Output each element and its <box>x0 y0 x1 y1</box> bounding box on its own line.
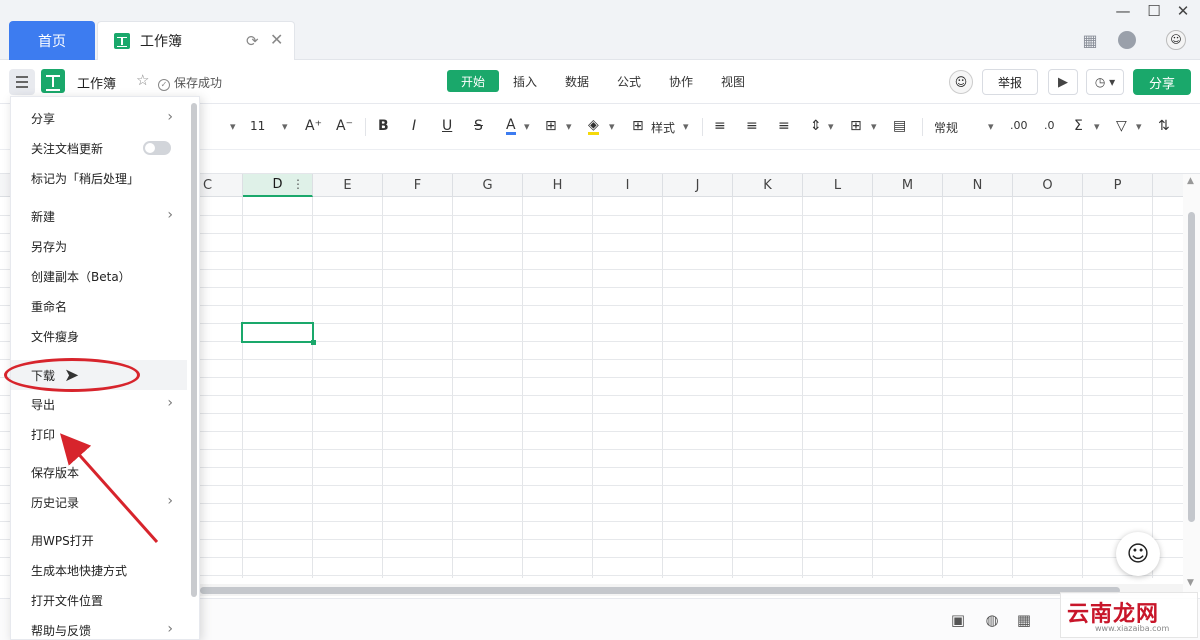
strikethrough-icon[interactable]: S <box>474 118 483 134</box>
assistant-avatar-icon[interactable]: ☺ <box>1116 532 1160 576</box>
column-header[interactable]: M <box>873 174 943 197</box>
style-label[interactable]: 样式 <box>651 119 675 136</box>
font-size-dropdown-arrow[interactable]: ▾ <box>282 120 288 133</box>
chevron-right-icon: › <box>167 621 173 637</box>
bold-icon[interactable]: B <box>378 118 389 134</box>
vertical-scroll-thumb[interactable] <box>1188 212 1195 522</box>
align-center-icon[interactable]: ≡ <box>746 118 758 134</box>
sum-icon[interactable]: Σ <box>1074 118 1083 134</box>
column-header[interactable]: I <box>593 174 663 197</box>
column-header[interactable]: J <box>663 174 733 197</box>
tab-data[interactable]: 数据 <box>551 70 603 92</box>
column-header[interactable]: F <box>383 174 453 197</box>
web-publish-icon[interactable]: ◍ <box>982 611 1002 629</box>
divider <box>702 118 703 136</box>
font-dropdown-arrow[interactable]: ▾ <box>230 120 236 133</box>
close-icon[interactable]: ✕ <box>270 30 283 49</box>
horizontal-scrollbar[interactable] <box>200 584 1183 596</box>
border-dropdown[interactable]: ▾ <box>566 120 572 133</box>
mouse-cursor-icon: ➤ <box>64 365 80 386</box>
close-window-icon[interactable]: ✕ <box>1172 2 1194 20</box>
column-header[interactable]: K <box>733 174 803 197</box>
feedback-icon[interactable] <box>1118 31 1136 49</box>
column-header[interactable]: N <box>943 174 1013 197</box>
tab-insert[interactable]: 插入 <box>499 70 551 92</box>
divider <box>922 118 923 136</box>
scroll-up-icon[interactable]: ▲ <box>1187 176 1194 186</box>
font-size-value[interactable]: 11 <box>250 119 265 133</box>
style-dropdown[interactable]: ▾ <box>683 120 689 133</box>
column-header-label: D <box>272 177 283 192</box>
column-header[interactable]: L <box>803 174 873 197</box>
number-format-dropdown[interactable]: ▾ <box>988 120 994 133</box>
tab-formula[interactable]: 公式 <box>603 70 655 92</box>
vertical-scrollbar[interactable]: ▲ ▼ <box>1183 174 1200 592</box>
wrap-text-icon[interactable]: ▤ <box>893 118 906 134</box>
annotation-arrow <box>60 433 159 543</box>
column-header[interactable]: H <box>523 174 593 197</box>
sum-dropdown[interactable]: ▾ <box>1094 120 1100 133</box>
merge-cells-icon[interactable]: ⊞ <box>850 118 862 134</box>
vertical-align-icon[interactable]: ⇕ <box>810 118 822 134</box>
column-header[interactable]: G <box>453 174 523 197</box>
merge-dropdown[interactable]: ▾ <box>871 120 877 133</box>
tab-start[interactable]: 开始 <box>447 70 499 92</box>
divider <box>365 118 366 136</box>
more-vertical-icon[interactable]: ⋮ <box>292 177 304 191</box>
menu-item-label: 打开文件位置 <box>31 593 104 608</box>
decrease-decimal-icon[interactable]: .0 <box>1044 119 1055 132</box>
share-button[interactable]: 分享 <box>1133 69 1191 95</box>
fill-color-icon[interactable]: ◈ <box>588 118 599 135</box>
border-icon[interactable]: ⊞ <box>545 118 557 134</box>
text-color-icon[interactable]: A <box>506 118 516 135</box>
table-style-icon[interactable]: ⊞ <box>632 118 644 134</box>
align-left-icon[interactable]: ≡ <box>714 118 726 134</box>
maximize-icon[interactable]: ☐ <box>1143 2 1165 20</box>
refresh-icon[interactable]: ⟳ <box>246 32 259 50</box>
apps-grid-icon[interactable]: ▦ <box>1080 31 1100 50</box>
report-button[interactable]: 举报 <box>982 69 1038 95</box>
menu-item-label: 生成本地快捷方式 <box>31 563 128 578</box>
vertical-align-dropdown[interactable]: ▾ <box>828 120 834 133</box>
filter-dropdown[interactable]: ▾ <box>1136 120 1142 133</box>
horizontal-scroll-thumb[interactable] <box>200 587 1120 594</box>
menu-item-label: 帮助与反馈 <box>31 623 92 638</box>
filter-icon[interactable]: ▽ <box>1116 118 1127 134</box>
watermark-url: www.xiazaiba.com <box>1095 624 1170 633</box>
italic-icon[interactable]: I <box>412 118 416 134</box>
decrease-font-icon[interactable]: A⁻ <box>336 118 353 134</box>
tab-collaborate[interactable]: 协作 <box>655 70 707 92</box>
column-header-selected[interactable]: D ⋮ <box>243 174 313 197</box>
scroll-down-icon[interactable]: ▼ <box>1187 578 1194 588</box>
protect-sheet-icon[interactable]: ▣ <box>948 611 968 629</box>
tab-view[interactable]: 视图 <box>707 70 759 92</box>
watermark: 云南龙网 www.xiazaiba.com <box>1060 592 1198 638</box>
ribbon-tabs: 开始 插入 数据 公式 协作 视图 <box>447 70 759 92</box>
underline-icon[interactable]: U <box>442 118 452 134</box>
view-layout-icon[interactable]: ▦ <box>1014 611 1034 629</box>
present-icon[interactable]: ▶ <box>1048 69 1078 95</box>
column-header[interactable]: E <box>313 174 383 197</box>
increase-decimal-icon[interactable]: .00 <box>1010 119 1028 132</box>
menu-item-open-file-location[interactable]: 打开文件位置 <box>11 586 187 614</box>
increase-font-icon[interactable]: A⁺ <box>305 118 322 134</box>
minimize-icon[interactable]: — <box>1112 2 1134 20</box>
column-header[interactable]: P <box>1083 174 1153 197</box>
sort-icon[interactable]: ⇅ <box>1158 118 1170 134</box>
column-header[interactable]: O <box>1013 174 1083 197</box>
menu-item-create-shortcut[interactable]: 生成本地快捷方式 <box>11 556 187 584</box>
user-avatar[interactable]: ☺ <box>1166 30 1186 50</box>
history-clock-icon[interactable]: ◷ ▾ <box>1086 69 1124 95</box>
align-right-icon[interactable]: ≡ <box>778 118 790 134</box>
number-format-value[interactable]: 常规 <box>934 119 958 136</box>
menu-item-help-feedback[interactable]: 帮助与反馈 › <box>11 616 187 639</box>
collaborator-avatar[interactable]: ☺ <box>949 70 973 94</box>
fill-color-dropdown[interactable]: ▾ <box>609 120 615 133</box>
active-cell-selection[interactable] <box>241 322 316 345</box>
text-color-dropdown[interactable]: ▾ <box>524 120 530 133</box>
